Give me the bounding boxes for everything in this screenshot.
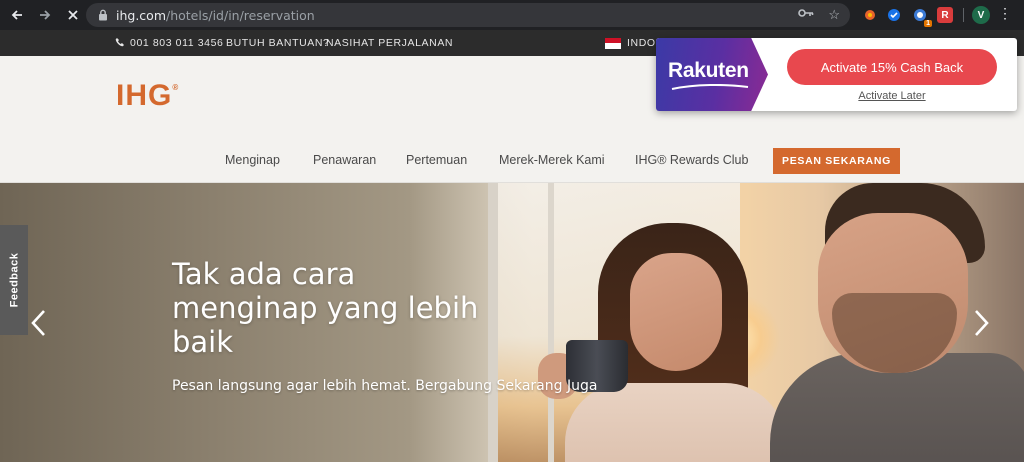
forward-icon[interactable]: [34, 4, 56, 26]
bookmark-star-icon[interactable]: ☆: [828, 7, 840, 23]
activate-cashback-button[interactable]: Activate 15% Cash Back: [787, 49, 997, 85]
book-now-button[interactable]: PESAN SEKARANG: [773, 148, 900, 174]
back-icon[interactable]: [6, 4, 28, 26]
hero-copy: Tak ada cara menginap yang lebih baik Pe…: [172, 257, 597, 394]
nav-item-pertemuan[interactable]: Pertemuan: [406, 153, 467, 167]
hero-title: Tak ada cara menginap yang lebih baik: [172, 257, 479, 359]
phone-number: 001 803 011 3456: [130, 37, 224, 49]
activate-later-link[interactable]: Activate Later: [787, 90, 997, 102]
stop-loading-icon[interactable]: [62, 4, 84, 26]
lock-icon: [96, 8, 110, 22]
carousel-prev-icon[interactable]: [26, 303, 50, 343]
hero-subtitle[interactable]: Pesan langsung agar lebih hemat. Bergabu…: [172, 378, 597, 394]
hero-banner: Tak ada cara menginap yang lebih baik Pe…: [0, 183, 1024, 462]
address-bar[interactable]: ihg.com/hotels/id/in/reservation ☆: [86, 3, 850, 27]
browser-toolbar: ihg.com/hotels/id/in/reservation ☆ 1 R V…: [0, 0, 1024, 30]
url-text: ihg.com/hotels/id/in/reservation: [116, 7, 315, 23]
carousel-next-icon[interactable]: [970, 303, 994, 343]
rakuten-logo: Rakuten: [668, 59, 749, 82]
hero-photo-woman-face: [630, 253, 722, 371]
phone-link[interactable]: 001 803 011 3456: [115, 37, 224, 50]
profile-avatar[interactable]: V: [972, 6, 990, 24]
nav-item-penawaran[interactable]: Penawaran: [313, 153, 376, 167]
key-icon[interactable]: [798, 7, 814, 23]
window-frame: [548, 183, 554, 462]
help-link[interactable]: BUTUH BANTUAN?: [226, 37, 330, 49]
menu-kebab-icon[interactable]: ⋮: [998, 5, 1012, 22]
phone-icon: [115, 37, 125, 50]
rakuten-cashback-popup: Rakuten Activate 15% Cash Back Activate …: [656, 38, 1017, 111]
nav-item-rewards-club[interactable]: IHG® Rewards Club: [635, 153, 748, 167]
indonesia-flag-icon: [605, 37, 621, 49]
hero-photo-woman-sweater: [565, 383, 785, 462]
feedback-label: Feedback: [8, 252, 20, 308]
extension-rakuten-icon[interactable]: R: [937, 7, 953, 23]
nav-item-brands[interactable]: Merek-Merek Kami: [499, 153, 605, 167]
extension-count-badge: 1: [924, 20, 932, 27]
extension-orange-icon[interactable]: [862, 7, 878, 23]
rakuten-brand-panel: Rakuten: [656, 38, 768, 111]
rakuten-swoosh-icon: [671, 84, 749, 90]
travel-advice-link[interactable]: NASIHAT PERJALANAN: [326, 37, 453, 49]
nav-item-menginap[interactable]: Menginap: [225, 153, 280, 167]
extension-badge-icon[interactable]: 1: [912, 7, 932, 27]
extension-blue-icon[interactable]: [886, 7, 902, 23]
ihg-logo[interactable]: IHG®: [116, 79, 179, 113]
toolbar-divider: [963, 8, 964, 22]
feedback-tab[interactable]: Feedback: [0, 225, 28, 335]
